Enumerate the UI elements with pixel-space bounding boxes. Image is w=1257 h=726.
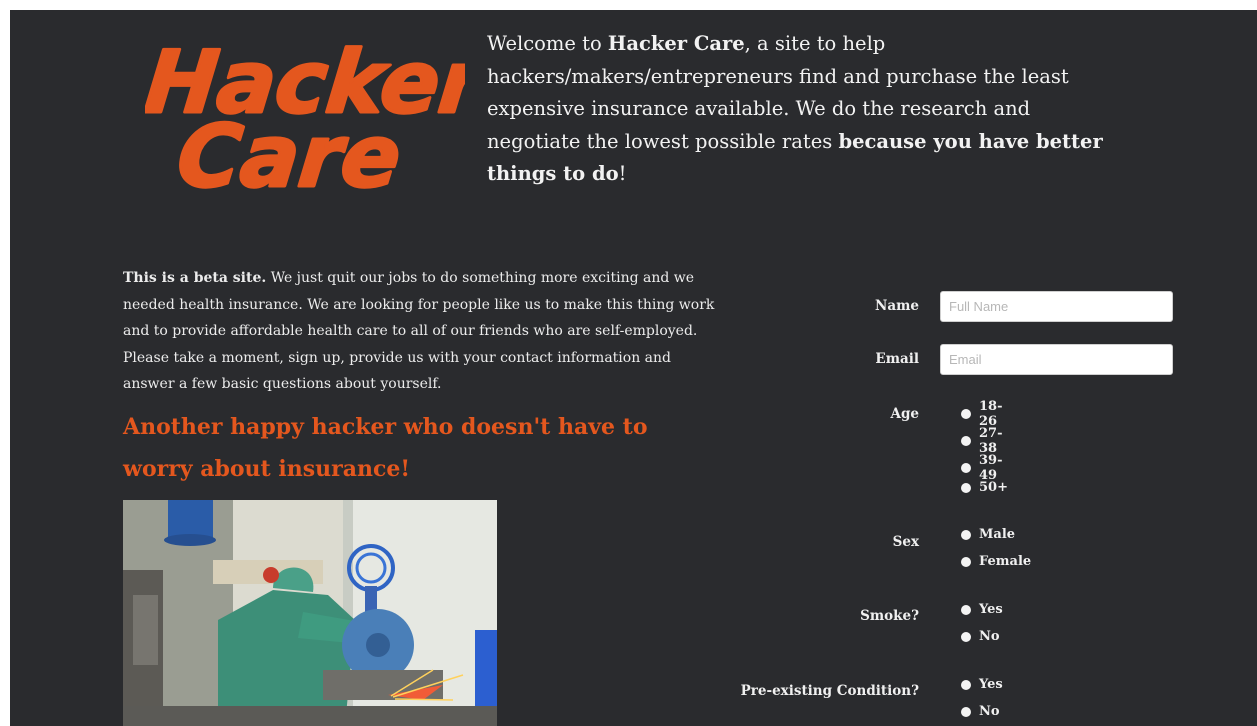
sex-option-female[interactable]: Female — [961, 554, 1031, 569]
beta-notice: This is a beta site. — [123, 270, 267, 286]
welcome-brand: Hacker Care — [607, 32, 745, 55]
welcome-text: Welcome to Hacker Care, a site to help h… — [487, 28, 1127, 191]
sex-label: Sex — [892, 534, 919, 550]
age-option-27-38[interactable]: 27-38 — [961, 426, 1003, 456]
hacker-photo — [123, 500, 497, 726]
option-label: No — [979, 704, 1000, 719]
smoke-option-no[interactable]: No — [961, 629, 1000, 644]
age-option-39-49[interactable]: 39-49 — [961, 453, 1003, 483]
radio-button[interactable] — [961, 436, 971, 446]
option-label: Yes — [979, 602, 1003, 617]
radio-button[interactable] — [961, 679, 971, 690]
option-label: Male — [979, 527, 1016, 542]
radio-button[interactable] — [961, 463, 971, 473]
smoke-label: Smoke? — [860, 608, 919, 624]
preexisting-option-no[interactable]: No — [961, 704, 1000, 719]
radio-button[interactable] — [961, 706, 971, 717]
option-label: Female — [979, 554, 1032, 569]
beta-intro: This is a beta site. We just quit our jo… — [123, 265, 723, 398]
sex-option-male[interactable]: Male — [961, 527, 1015, 542]
radio-button[interactable] — [961, 556, 971, 567]
email-label: Email — [875, 351, 919, 367]
option-label: No — [979, 629, 1000, 644]
age-label: Age — [890, 406, 919, 422]
radio-button[interactable] — [961, 529, 971, 540]
age-option-18-26[interactable]: 18-26 — [961, 399, 1003, 429]
option-label: 27-38 — [979, 426, 1003, 456]
logo-text-care: Care — [173, 107, 405, 196]
intro-text: We just quit our jobs to do something mo… — [123, 270, 715, 392]
age-option-50-plus[interactable]: 50+ — [961, 480, 1008, 495]
preexisting-option-yes[interactable]: Yes — [961, 677, 1003, 692]
radio-button[interactable] — [961, 409, 971, 419]
welcome-part1: Welcome to — [487, 32, 608, 55]
smoke-option-yes[interactable]: Yes — [961, 602, 1003, 617]
name-label: Name — [875, 298, 919, 314]
radio-button[interactable] — [961, 631, 971, 642]
option-label: 39-49 — [979, 453, 1003, 483]
radio-button[interactable] — [961, 482, 971, 493]
option-label: Yes — [979, 677, 1003, 692]
preexisting-condition-label: Pre-existing Condition? — [740, 683, 919, 699]
page: Hacker Care Welcome to Hacker Care, a si… — [10, 10, 1257, 726]
option-label: 50+ — [979, 480, 1008, 495]
welcome-part3: ! — [618, 162, 627, 185]
tagline: Another happy hacker who doesn't have to… — [123, 414, 648, 482]
name-input[interactable] — [940, 291, 1173, 322]
radio-button[interactable] — [961, 604, 971, 615]
option-label: 18-26 — [979, 399, 1003, 429]
hacker-care-logo[interactable]: Hacker Care — [145, 16, 465, 196]
email-input[interactable] — [940, 344, 1173, 375]
